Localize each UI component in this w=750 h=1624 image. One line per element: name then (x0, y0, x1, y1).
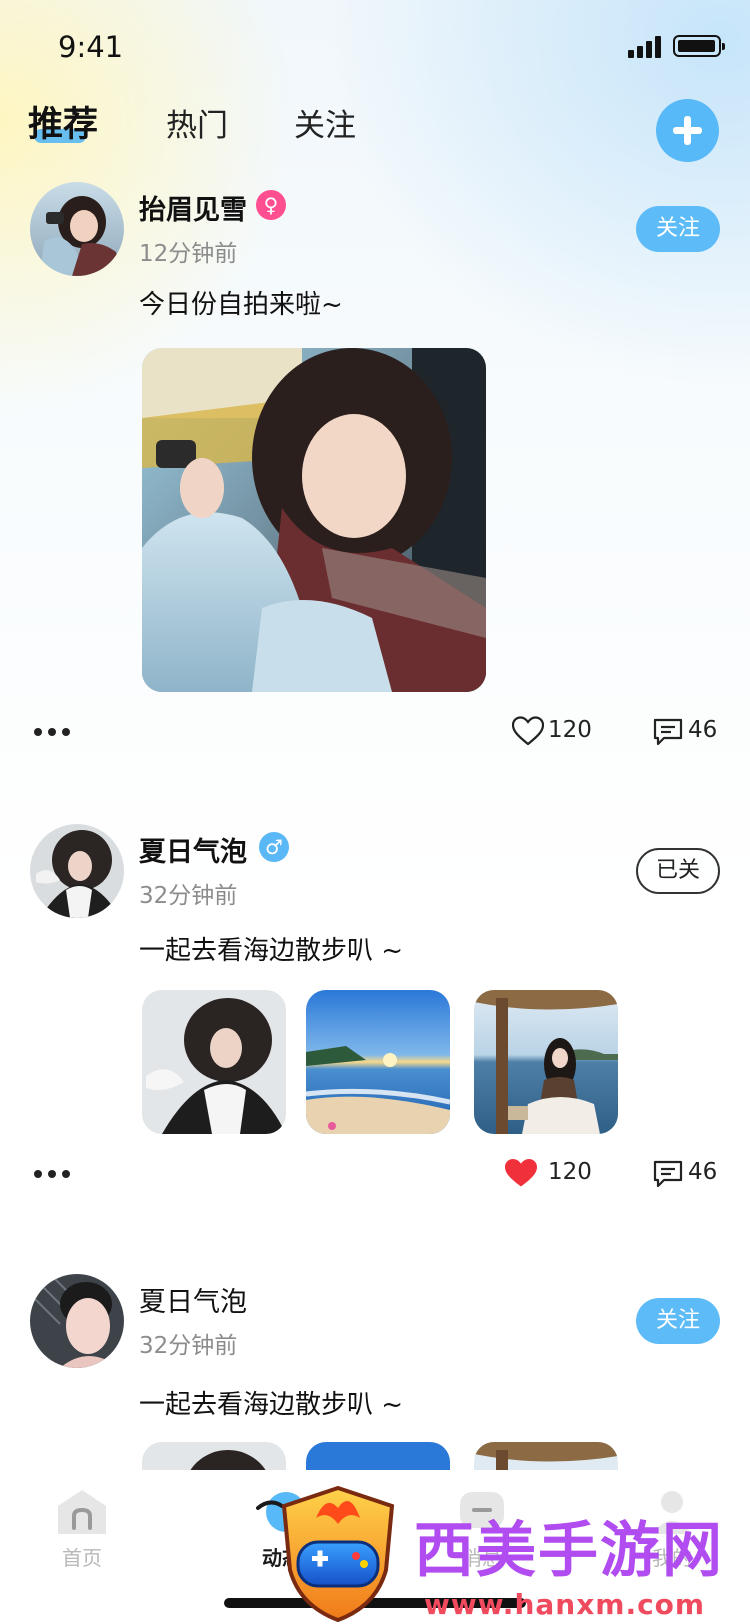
username[interactable]: 夏日气泡 (139, 830, 247, 869)
more-options-icon[interactable] (34, 728, 72, 736)
post-actions: 120 46 (0, 712, 750, 752)
feed[interactable]: 抬眉见雪 ♀ 12分钟前 关注 今日份自拍来啦~ 120 46 夏日气泡 ♂ 3… (0, 0, 750, 1470)
comment-count: 46 (688, 1159, 718, 1185)
username[interactable]: 夏日气泡 (139, 1280, 247, 1319)
post-image[interactable] (306, 990, 450, 1134)
post-image[interactable] (474, 990, 618, 1134)
post-time: 32分钟前 (139, 1333, 238, 1359)
like-count: 120 (548, 1159, 592, 1185)
post-image[interactable] (474, 1442, 618, 1470)
avatar[interactable] (30, 182, 124, 276)
male-icon: ♂ (259, 832, 289, 862)
tab-following[interactable]: 关注 (294, 100, 356, 145)
watermark: 西美手游网 www.hanxm.com (276, 1484, 750, 1624)
comment-count: 46 (688, 717, 718, 743)
comment-icon (653, 718, 683, 746)
battery-icon (673, 35, 725, 57)
status-time: 9:41 (58, 30, 124, 64)
avatar[interactable] (30, 1274, 124, 1368)
tab-home[interactable]: 首页 (22, 1488, 142, 1588)
post-text: 今日份自拍来啦~ (139, 290, 343, 320)
tab-label: 首页 (62, 1546, 102, 1570)
watermark-url: www.hanxm.com (424, 1588, 706, 1621)
post-image[interactable] (142, 990, 286, 1134)
heart-filled-icon (505, 1159, 537, 1187)
heart-outline-icon (512, 716, 544, 746)
post-actions: 120 46 (0, 1154, 750, 1194)
tab-hot[interactable]: 热门 (166, 100, 228, 145)
signal-icon (628, 36, 662, 58)
follow-button[interactable]: 关注 (636, 206, 720, 252)
add-post-button[interactable] (656, 99, 719, 162)
post-image[interactable] (306, 1442, 450, 1470)
avatar[interactable] (30, 824, 124, 918)
more-options-icon[interactable] (34, 1170, 72, 1178)
post-image[interactable] (142, 348, 486, 692)
username[interactable]: 抬眉见雪 (139, 188, 247, 227)
watermark-title: 西美手游网 (414, 1516, 724, 1586)
status-bar: 9:41 (0, 0, 750, 90)
post-time: 12分钟前 (139, 241, 238, 267)
follow-button[interactable]: 关注 (636, 1298, 720, 1344)
post-text: 一起去看海边散步叭 ~ (139, 1390, 404, 1420)
post-image[interactable] (142, 1442, 286, 1470)
post-time: 32分钟前 (139, 883, 238, 909)
home-icon (58, 1490, 106, 1534)
tab-recommend[interactable]: 推荐 (28, 96, 98, 147)
like-count: 120 (548, 717, 592, 743)
post-text: 一起去看海边散步叭 ~ (139, 936, 404, 966)
followed-button[interactable]: 已关 (636, 848, 720, 894)
watermark-shield-icon (281, 1485, 395, 1623)
comment-icon (653, 1160, 683, 1188)
female-icon: ♀ (256, 190, 286, 220)
